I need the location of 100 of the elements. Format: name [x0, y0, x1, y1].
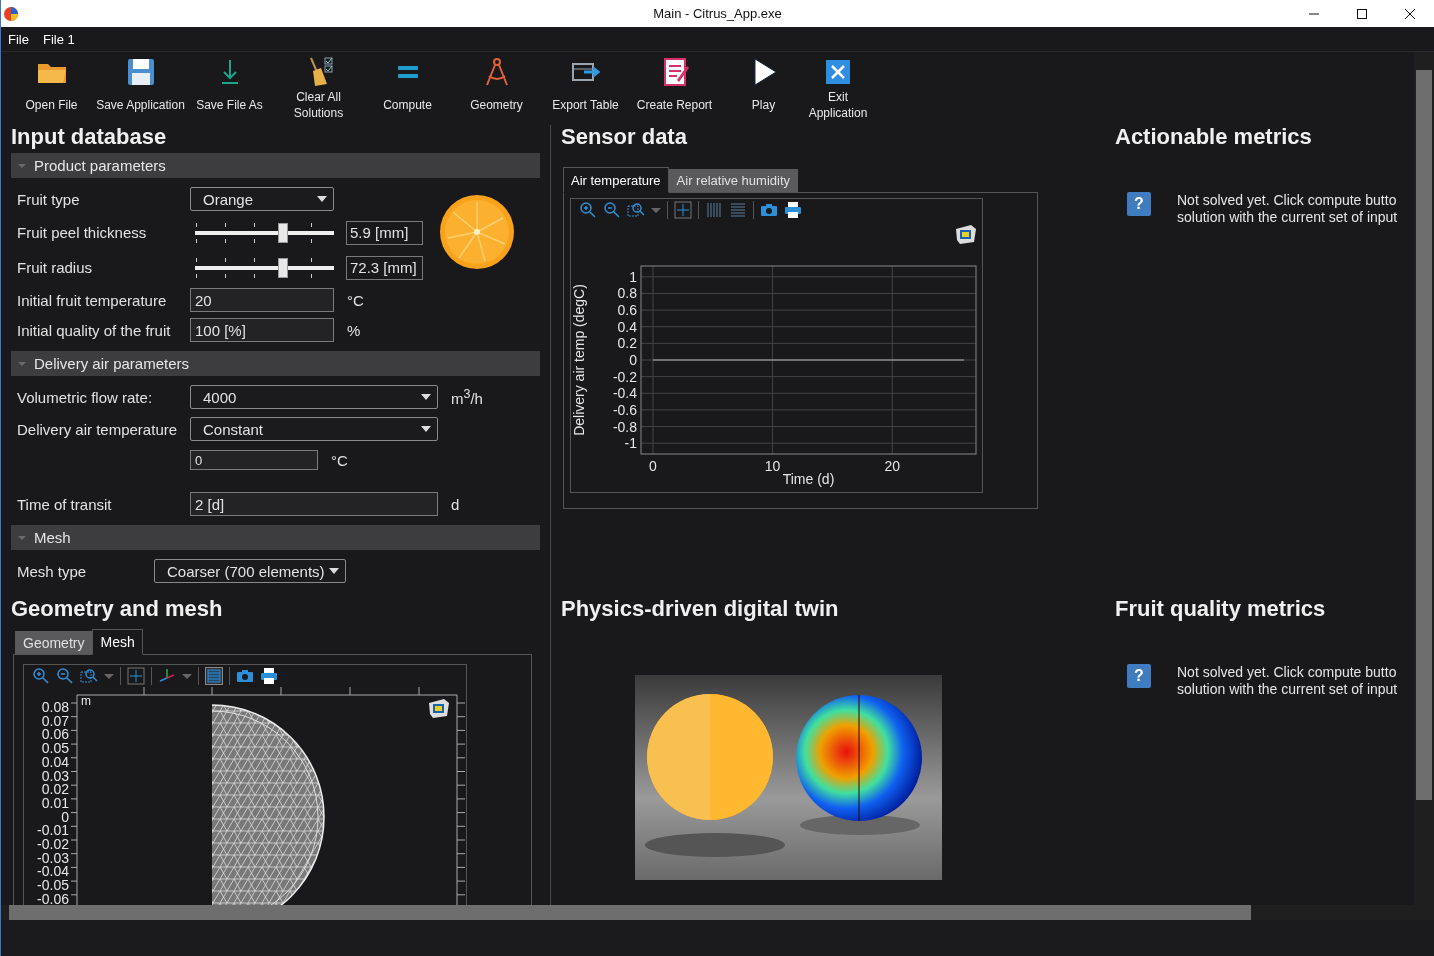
zoom-out-icon — [603, 201, 621, 219]
toolbar-button[interactable]: Play — [719, 52, 808, 122]
zoom-out-icon — [56, 667, 74, 685]
unit-label: °C — [331, 451, 348, 469]
camera-icon — [236, 667, 254, 685]
field-label: Delivery air temperature — [16, 420, 179, 438]
message-text: Not solved yet. Click compute butto — [1177, 192, 1397, 209]
tick-label: 0 — [649, 458, 657, 474]
dropdown[interactable]: Coarser (700 elements) — [154, 559, 346, 583]
value-field[interactable]: 72.3 [mm] — [346, 255, 423, 280]
caret-icon — [651, 207, 661, 213]
field-label: Initial quality of the fruit — [16, 321, 172, 339]
field-label: Fruit peel thickness — [16, 224, 148, 241]
toolbar-button[interactable]: Export Table — [541, 52, 630, 122]
section-heading: Sensor data — [561, 125, 688, 149]
tab[interactable]: Air temperature — [563, 167, 669, 193]
help-button[interactable]: ? — [1127, 664, 1151, 688]
tick-label: 0.03 — [41, 767, 69, 784]
message-text: solution with the current set of input — [1177, 681, 1398, 698]
section-header[interactable]: Delivery air parameters — [11, 351, 540, 376]
caret-icon — [421, 426, 431, 432]
tick-label: 0 — [629, 352, 637, 368]
tick-label: -1 — [624, 435, 637, 452]
tick-label: 0.6 — [617, 302, 637, 319]
toolbar-button[interactable]: Exit Application — [808, 52, 868, 122]
zoom-extents-icon — [127, 667, 145, 685]
horizontal-grid-icon — [729, 201, 747, 219]
message-text: Not solved yet. Click compute butto — [1177, 664, 1397, 681]
field-label: Fruit radius — [16, 259, 94, 276]
help-button[interactable]: ? — [1127, 192, 1151, 216]
app-icon — [3, 5, 19, 22]
tick-label: -0.2 — [612, 368, 637, 385]
tab[interactable]: Geometry — [15, 631, 93, 654]
toolbar-button[interactable]: Save File As — [185, 52, 274, 122]
tick-label: 0.8 — [617, 285, 637, 302]
zoom-in-icon — [579, 201, 597, 219]
tick-label: -0.04 — [37, 863, 69, 880]
vertical-grid-icon — [705, 201, 723, 219]
zoom-box-icon — [627, 201, 645, 219]
printer-icon — [260, 667, 278, 685]
camera-icon — [760, 201, 778, 219]
zoom-extents-icon — [674, 201, 692, 219]
section-header[interactable]: Mesh — [11, 525, 540, 550]
tick-label: 0.07 — [41, 712, 69, 729]
section-header[interactable]: Product parameters — [11, 153, 540, 178]
tab[interactable]: Mesh — [92, 629, 143, 655]
toolbar-button[interactable]: Clear All Solutions — [274, 52, 363, 122]
toolbar-button[interactable]: Save Application — [96, 52, 185, 122]
menu-item[interactable]: File 1 — [42, 31, 75, 47]
menu-item[interactable]: File — [8, 31, 29, 47]
caret-icon — [104, 673, 114, 679]
tick-label: -0.8 — [612, 418, 637, 435]
unit-label: % — [347, 321, 361, 339]
section-heading: Fruit quality metrics — [1115, 597, 1327, 621]
toolbar-button[interactable]: Create Report — [630, 52, 719, 122]
section-heading: Geometry and mesh — [11, 597, 224, 621]
zoom-box-icon — [80, 667, 98, 685]
section-heading: Actionable metrics — [1115, 125, 1313, 149]
dropdown[interactable]: Orange — [190, 187, 334, 211]
field-label: Volumetric flow rate: — [16, 388, 154, 406]
tick-label: -0.01 — [37, 822, 69, 839]
toolbar-button[interactable]: Open File — [7, 52, 96, 122]
caret-icon — [421, 394, 431, 400]
tab[interactable]: Air relative humidity — [668, 169, 799, 192]
close-icon — [1404, 7, 1416, 20]
input-field[interactable]: 100 [%] — [190, 318, 334, 342]
axis-title: Delivery air temp (degC) — [571, 284, 587, 436]
dropdown[interactable]: 4000 — [190, 385, 438, 409]
mesh-rendering-icon — [205, 667, 223, 685]
toolbar-button[interactable]: Compute — [363, 52, 452, 122]
maximize-icon — [1356, 7, 1368, 20]
cube-icon — [956, 225, 976, 244]
window-title: Main - Citrus_App.exe — [653, 6, 782, 21]
dropdown[interactable]: Constant — [190, 417, 438, 441]
tick-label: 0.06 — [41, 726, 69, 743]
tick-label: 0.08 — [41, 699, 69, 715]
input-field[interactable]: 20 — [190, 288, 334, 312]
tick-label: 0.4 — [617, 318, 637, 335]
input-field[interactable]: 0 — [190, 450, 318, 470]
tick-label: 1 — [629, 268, 637, 285]
toolbar-button[interactable]: Geometry — [452, 52, 541, 122]
tick-label: -0.4 — [612, 385, 637, 402]
axis-title: Time (d) — [782, 471, 835, 487]
field-label: Time of transit — [16, 495, 113, 513]
message-text: solution with the current set of input — [1177, 209, 1398, 226]
field-label: Mesh type — [16, 562, 88, 580]
field-label: Fruit type — [16, 190, 81, 208]
cube-icon — [429, 699, 449, 718]
tick-label: 0 — [61, 808, 69, 825]
tick-label: 0.2 — [617, 335, 637, 352]
value-field[interactable]: 5.9 [mm] — [346, 220, 423, 245]
caret-icon — [182, 673, 192, 679]
unit-label: m$^{3}$/h — [451, 387, 483, 407]
field-label: Initial fruit temperature — [16, 291, 168, 309]
caret-icon — [317, 196, 327, 202]
tick-label: 20 — [884, 458, 901, 474]
zoom-in-icon — [32, 667, 50, 685]
axes-icon — [158, 667, 176, 685]
unit-label: d — [451, 495, 460, 513]
input-field[interactable]: 2 [d] — [190, 492, 438, 516]
